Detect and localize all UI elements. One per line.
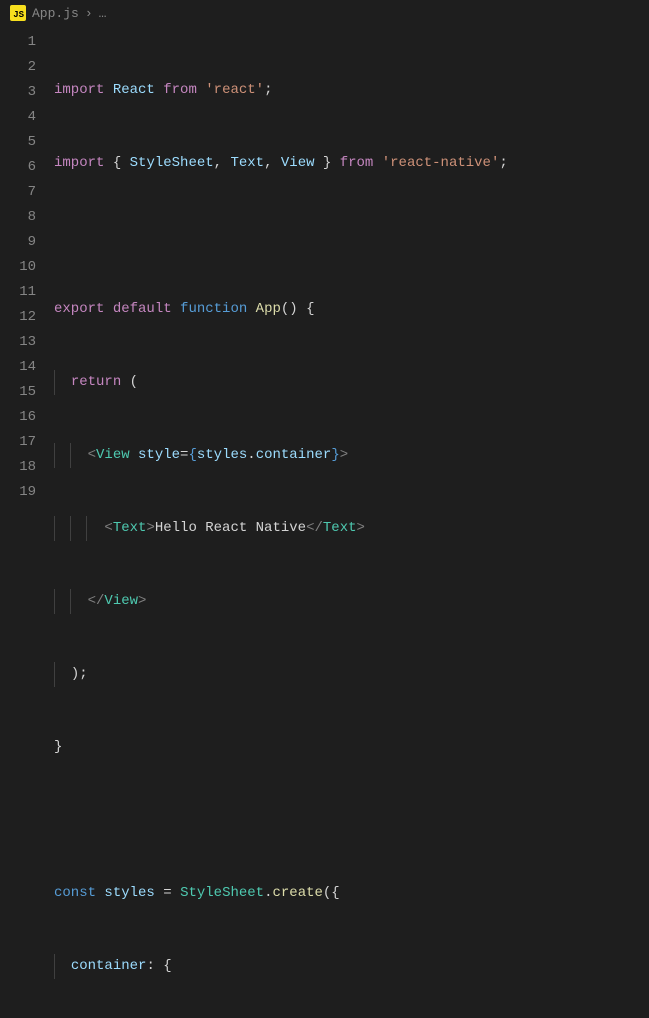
code-line[interactable]: <Text>Hello React Native</Text> xyxy=(54,516,649,541)
punct: ; xyxy=(499,155,507,171)
jsx-tag: View xyxy=(104,593,138,609)
keyword: const xyxy=(54,885,96,901)
type: StyleSheet xyxy=(180,885,264,901)
jsx-bracket: > xyxy=(340,447,348,463)
punct: . xyxy=(264,885,272,901)
code-line[interactable] xyxy=(54,808,649,833)
punct: } xyxy=(315,155,332,171)
punct: ; xyxy=(264,82,272,98)
code-line[interactable]: <View style={styles.container}> xyxy=(54,443,649,468)
identifier: React xyxy=(113,82,155,98)
jsx-attr: style xyxy=(138,447,180,463)
line-number: 19 xyxy=(0,480,36,505)
keyword: return xyxy=(71,374,121,390)
code-editor[interactable]: 12345678910111213141516171819 import Rea… xyxy=(0,26,649,1018)
line-number: 6 xyxy=(0,155,36,180)
punct: , xyxy=(214,155,231,171)
line-number-gutter: 12345678910111213141516171819 xyxy=(0,30,54,1018)
breadcrumb-rest[interactable]: … xyxy=(99,6,107,21)
line-number: 8 xyxy=(0,205,36,230)
line-number: 15 xyxy=(0,380,36,405)
chevron-right-icon: › xyxy=(85,6,93,21)
punct: ({ xyxy=(323,885,340,901)
identifier: container xyxy=(71,958,147,974)
code-line[interactable]: import React from 'react'; xyxy=(54,78,649,103)
punct: = xyxy=(163,885,180,901)
string: 'react' xyxy=(205,82,264,98)
code-line[interactable]: ); xyxy=(54,662,649,687)
punct: } xyxy=(54,739,62,755)
jsx-bracket: < xyxy=(104,520,112,536)
jsx-bracket: </ xyxy=(306,520,323,536)
code-line[interactable]: container: { xyxy=(54,954,649,979)
line-number: 18 xyxy=(0,455,36,480)
identifier: container xyxy=(256,447,332,463)
line-number: 7 xyxy=(0,180,36,205)
code-line[interactable]: return ( xyxy=(54,370,649,395)
keyword: default xyxy=(113,301,172,317)
jsx-tag: Text xyxy=(113,520,147,536)
function-name: App xyxy=(256,301,281,317)
identifier: StyleSheet xyxy=(130,155,214,171)
string: 'react-native' xyxy=(382,155,500,171)
punct: . xyxy=(247,447,255,463)
code-line[interactable]: </View> xyxy=(54,589,649,614)
line-number: 9 xyxy=(0,230,36,255)
punct: { xyxy=(163,958,171,974)
line-number: 17 xyxy=(0,430,36,455)
punct: } xyxy=(331,447,339,463)
breadcrumb[interactable]: JS App.js › … xyxy=(0,0,649,26)
code-line[interactable]: const styles = StyleSheet.create({ xyxy=(54,881,649,906)
jsx-text: Hello React Native xyxy=(155,520,306,536)
punct: ( xyxy=(130,374,138,390)
identifier: styles xyxy=(104,885,154,901)
identifier: Text xyxy=(230,155,264,171)
line-number: 2 xyxy=(0,55,36,80)
line-number: 3 xyxy=(0,80,36,105)
jsx-tag: View xyxy=(96,447,130,463)
breadcrumb-file[interactable]: App.js xyxy=(32,6,79,21)
jsx-bracket: </ xyxy=(88,593,105,609)
line-number: 11 xyxy=(0,280,36,305)
jsx-tag: Text xyxy=(323,520,357,536)
punct: ); xyxy=(71,666,88,682)
punct: , xyxy=(264,155,281,171)
code-line[interactable]: import { StyleSheet, Text, View } from '… xyxy=(54,151,649,176)
jsx-bracket: > xyxy=(146,520,154,536)
code-area[interactable]: import React from 'react'; import { Styl… xyxy=(54,30,649,1018)
keyword: import xyxy=(54,82,104,98)
jsx-bracket: > xyxy=(138,593,146,609)
line-number: 1 xyxy=(0,30,36,55)
jsx-bracket: > xyxy=(357,520,365,536)
keyword: import xyxy=(54,155,104,171)
line-number: 12 xyxy=(0,305,36,330)
identifier: View xyxy=(281,155,315,171)
function-name: create xyxy=(272,885,322,901)
js-file-icon: JS xyxy=(10,5,26,21)
line-number: 14 xyxy=(0,355,36,380)
keyword: from xyxy=(340,155,374,171)
line-number: 5 xyxy=(0,130,36,155)
punct: () { xyxy=(281,301,315,317)
line-number: 16 xyxy=(0,405,36,430)
line-number: 4 xyxy=(0,105,36,130)
jsx-bracket: < xyxy=(88,447,96,463)
punct: { xyxy=(188,447,196,463)
line-number: 10 xyxy=(0,255,36,280)
identifier: styles xyxy=(197,447,247,463)
code-line[interactable]: export default function App() { xyxy=(54,297,649,322)
code-line[interactable] xyxy=(54,224,649,249)
punct: : xyxy=(146,958,154,974)
keyword: from xyxy=(163,82,197,98)
line-number: 13 xyxy=(0,330,36,355)
punct: { xyxy=(113,155,130,171)
code-line[interactable]: } xyxy=(54,735,649,760)
keyword: function xyxy=(180,301,247,317)
keyword: export xyxy=(54,301,104,317)
